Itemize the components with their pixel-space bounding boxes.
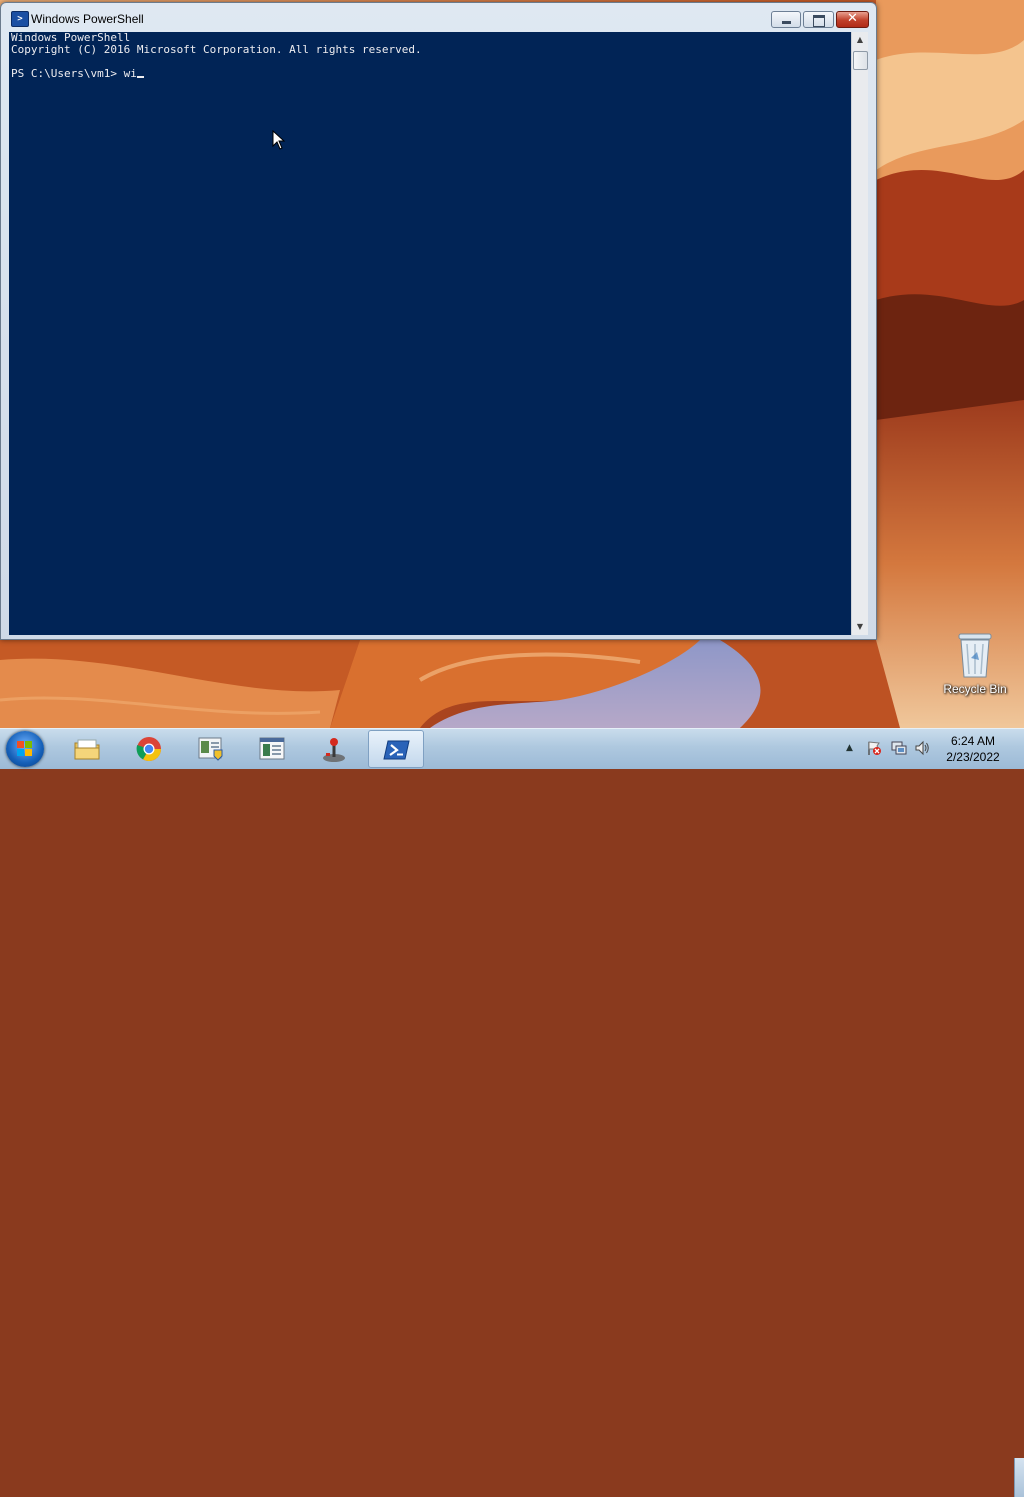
powershell-icon[interactable]: >	[11, 11, 29, 27]
chrome-icon	[136, 737, 161, 762]
powershell-window[interactable]: > Windows PowerShell ✕ Windows PowerShel…	[0, 2, 877, 640]
vertical-scrollbar[interactable]: ▲ ▼	[851, 32, 868, 635]
console-area[interactable]: Windows PowerShell Copyright (C) 2016 Mi…	[9, 32, 851, 635]
recycle-bin[interactable]: Recycle Bin	[938, 630, 1012, 696]
text-cursor	[136, 76, 144, 78]
close-button[interactable]: ✕	[836, 11, 869, 28]
mouse-pointer-icon	[272, 129, 286, 150]
window-titlebar[interactable]: > Windows PowerShell ✕	[1, 3, 876, 33]
event-viewer-icon	[259, 737, 285, 760]
clock-date: 2/23/2022	[946, 750, 1000, 764]
window-title: Windows PowerShell	[31, 12, 144, 26]
server-manager-icon	[198, 737, 223, 761]
start-button[interactable]	[6, 731, 44, 767]
system-clock[interactable]: 6:24 AM 2/23/2022	[936, 733, 1010, 765]
minimize-button[interactable]	[771, 11, 801, 28]
recycle-bin-icon	[955, 630, 995, 680]
joystick-icon	[323, 738, 345, 762]
taskbar-powershell[interactable]	[368, 730, 424, 768]
taskbar-file-explorer[interactable]	[59, 730, 115, 768]
console-prompt-line[interactable]: PS C:\Users\vm1> wi	[11, 68, 851, 80]
recycle-bin-label: Recycle Bin	[943, 682, 1007, 696]
close-icon: ✕	[847, 11, 858, 26]
clock-time: 6:24 AM	[950, 734, 996, 748]
windows-start-icon	[17, 741, 32, 756]
taskbar-chrome[interactable]	[121, 730, 177, 768]
scroll-up-button[interactable]: ▲	[852, 32, 868, 48]
file-explorer-icon	[74, 739, 100, 760]
taskbar-server-manager[interactable]	[183, 730, 239, 768]
volume-icon[interactable]	[914, 740, 930, 756]
powershell-icon	[383, 740, 410, 760]
scrollbar-thumb[interactable]	[853, 51, 868, 70]
show-hidden-icons-arrow[interactable]: ▲	[846, 743, 853, 753]
show-desktop-button[interactable]	[1014, 1458, 1024, 1497]
taskbar-event-viewer[interactable]	[244, 730, 300, 768]
scroll-down-button[interactable]: ▼	[852, 619, 868, 635]
action-center-flag-icon[interactable]	[866, 740, 882, 756]
console-prompt-text: PS C:\Users\vm1> wi	[11, 67, 137, 80]
taskbar-joystick-app[interactable]	[306, 730, 362, 768]
maximize-button[interactable]	[803, 11, 834, 28]
console-line: Copyright (C) 2016 Microsoft Corporation…	[11, 43, 422, 56]
network-icon[interactable]	[891, 740, 907, 756]
